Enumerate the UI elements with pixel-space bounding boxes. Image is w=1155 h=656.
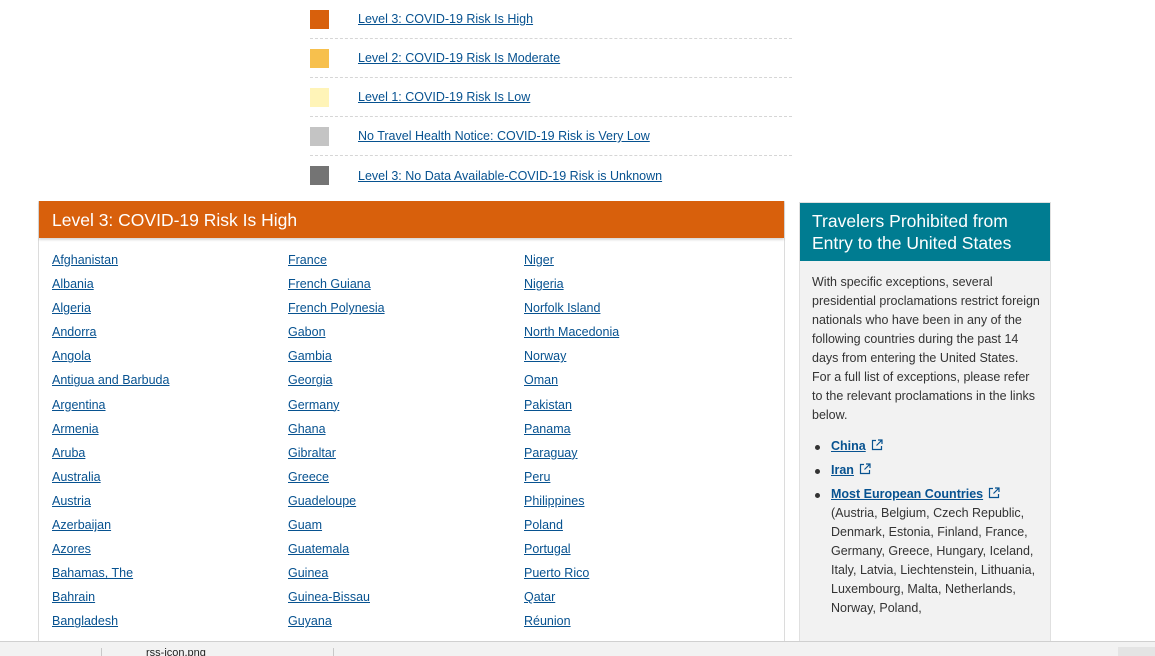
- country-link-reunion[interactable]: Réunion: [524, 612, 619, 636]
- legend-color-swatch: [310, 48, 329, 68]
- download-bar-show-all-button[interactable]: [1118, 647, 1155, 656]
- proclamation-country-detail: (Austria, Belgium, Czech Republic, Denma…: [831, 506, 1036, 615]
- legend-row: Level 3: COVID-19 Risk Is High: [310, 0, 792, 39]
- legend-row: No Travel Health Notice: COVID-19 Risk i…: [310, 117, 792, 156]
- country-link-norway[interactable]: Norway: [524, 347, 619, 371]
- legend-link-no-travel-health-notice-covid-19-risk-is-very-low[interactable]: No Travel Health Notice: COVID-19 Risk i…: [358, 129, 650, 143]
- country-link-albania[interactable]: Albania: [52, 275, 169, 299]
- legend-color-swatch: [310, 166, 329, 185]
- country-link-gambia[interactable]: Gambia: [288, 347, 385, 371]
- legend-link-level-3-covid-19-risk-is-high[interactable]: Level 3: COVID-19 Risk Is High: [358, 12, 533, 26]
- external-link-icon[interactable]: [988, 486, 1000, 499]
- legend-link-level-1-covid-19-risk-is-low[interactable]: Level 1: COVID-19 Risk Is Low: [358, 90, 530, 104]
- country-link-bahamas-the[interactable]: Bahamas, The: [52, 564, 169, 588]
- country-link-gibraltar[interactable]: Gibraltar: [288, 444, 385, 468]
- download-bar-divider: [333, 648, 334, 656]
- country-link-french-guiana[interactable]: French Guiana: [288, 275, 385, 299]
- proclamation-link-china[interactable]: China: [831, 439, 866, 453]
- country-link-antigua-and-barbuda[interactable]: Antigua and Barbuda: [52, 371, 169, 395]
- download-bar: rss-icon.png: [0, 641, 1155, 656]
- country-link-georgia[interactable]: Georgia: [288, 371, 385, 395]
- country-link-andorra[interactable]: Andorra: [52, 323, 169, 347]
- country-link-peru[interactable]: Peru: [524, 468, 619, 492]
- proclamation-list-item: China: [812, 437, 1040, 456]
- country-link-nigeria[interactable]: Nigeria: [524, 275, 619, 299]
- country-link-austria[interactable]: Austria: [52, 492, 169, 516]
- download-item-rss-icon[interactable]: rss-icon.png: [146, 647, 206, 656]
- country-link-azores[interactable]: Azores: [52, 540, 169, 564]
- legend-color-swatch: [310, 126, 329, 146]
- legend-row: Level 1: COVID-19 Risk Is Low: [310, 78, 792, 117]
- country-link-poland[interactable]: Poland: [524, 516, 619, 540]
- travelers-prohibited-card: Travelers Prohibited from Entry to the U…: [799, 202, 1051, 656]
- level-3-country-card: Level 3: COVID-19 Risk Is High Afghanist…: [38, 201, 785, 656]
- country-link-pakistan[interactable]: Pakistan: [524, 396, 619, 420]
- country-link-argentina[interactable]: Argentina: [52, 396, 169, 420]
- country-link-gabon[interactable]: Gabon: [288, 323, 385, 347]
- country-link-oman[interactable]: Oman: [524, 371, 619, 395]
- country-link-portugal[interactable]: Portugal: [524, 540, 619, 564]
- country-link-guadeloupe[interactable]: Guadeloupe: [288, 492, 385, 516]
- legend-row: Level 2: COVID-19 Risk Is Moderate: [310, 39, 792, 78]
- country-link-afghanistan[interactable]: Afghanistan: [52, 251, 169, 275]
- proclamation-link-most-european-countries[interactable]: Most European Countries: [831, 487, 983, 501]
- travelers-prohibited-body: With specific exceptions, several presid…: [800, 261, 1050, 618]
- country-link-armenia[interactable]: Armenia: [52, 420, 169, 444]
- country-link-guatemala[interactable]: Guatemala: [288, 540, 385, 564]
- country-link-ghana[interactable]: Ghana: [288, 420, 385, 444]
- external-link-icon[interactable]: [859, 462, 871, 475]
- risk-level-legend: Level 3: COVID-19 Risk Is High Level 2: C…: [310, 0, 792, 195]
- country-link-algeria[interactable]: Algeria: [52, 299, 169, 323]
- country-column-2: France French Guiana French Polynesia Gabon…: [288, 251, 385, 637]
- proclamation-list: China Iran Most European Countries (Austria…: [812, 437, 1040, 618]
- level-3-card-title: Level 3: COVID-19 Risk Is High: [39, 201, 784, 238]
- country-link-bangladesh[interactable]: Bangladesh: [52, 612, 169, 636]
- proclamation-list-item: Iran: [812, 461, 1040, 480]
- external-link-icon[interactable]: [871, 438, 883, 451]
- travelers-prohibited-intro: With specific exceptions, several presid…: [812, 275, 1040, 422]
- legend-color-swatch: [310, 9, 329, 29]
- legend-row: Level 3: No Data Available-COVID-19 Risk…: [310, 156, 792, 195]
- country-link-azerbaijan[interactable]: Azerbaijan: [52, 516, 169, 540]
- proclamation-list-item: Most European Countries (Austria, Belgium…: [812, 485, 1040, 618]
- country-link-guyana[interactable]: Guyana: [288, 612, 385, 636]
- country-link-puerto-rico[interactable]: Puerto Rico: [524, 564, 619, 588]
- country-column-1: Afghanistan Albania Algeria Andorra Angola An…: [52, 251, 169, 637]
- country-link-aruba[interactable]: Aruba: [52, 444, 169, 468]
- country-link-paraguay[interactable]: Paraguay: [524, 444, 619, 468]
- country-link-angola[interactable]: Angola: [52, 347, 169, 371]
- country-column-3: Niger Nigeria Norfolk Island North Macedoni…: [524, 251, 619, 637]
- legend-color-swatch: [310, 87, 329, 107]
- country-link-philippines[interactable]: Philippines: [524, 492, 619, 516]
- country-link-guam[interactable]: Guam: [288, 516, 385, 540]
- country-link-guinea-bissau[interactable]: Guinea-Bissau: [288, 588, 385, 612]
- country-link-australia[interactable]: Australia: [52, 468, 169, 492]
- country-link-north-macedonia[interactable]: North Macedonia: [524, 323, 619, 347]
- country-link-greece[interactable]: Greece: [288, 468, 385, 492]
- country-link-norfolk-island[interactable]: Norfolk Island: [524, 299, 619, 323]
- country-link-french-polynesia[interactable]: French Polynesia: [288, 299, 385, 323]
- proclamation-link-iran[interactable]: Iran: [831, 463, 854, 477]
- country-link-qatar[interactable]: Qatar: [524, 588, 619, 612]
- country-link-bahrain[interactable]: Bahrain: [52, 588, 169, 612]
- travelers-prohibited-title: Travelers Prohibited from Entry to the U…: [800, 203, 1050, 261]
- download-bar-divider: [101, 648, 102, 656]
- country-link-guinea[interactable]: Guinea: [288, 564, 385, 588]
- country-link-niger[interactable]: Niger: [524, 251, 619, 275]
- legend-link-level-2-covid-19-risk-is-moderate[interactable]: Level 2: COVID-19 Risk Is Moderate: [358, 51, 560, 65]
- legend-link-level-3-no-data-available-covid-19-risk-is-unknown[interactable]: Level 3: No Data Available-COVID-19 Risk…: [358, 169, 662, 183]
- country-link-panama[interactable]: Panama: [524, 420, 619, 444]
- country-link-germany[interactable]: Germany: [288, 396, 385, 420]
- country-link-france[interactable]: France: [288, 251, 385, 275]
